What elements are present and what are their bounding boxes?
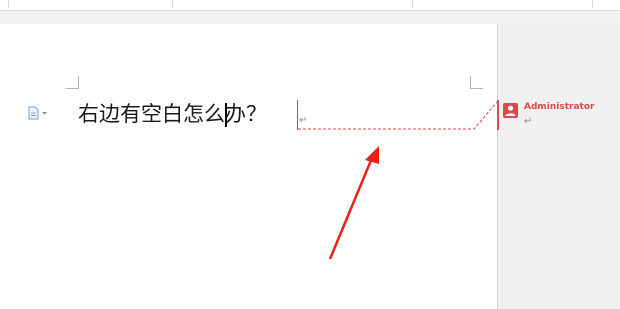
paragraph-mark: ↵ <box>299 115 308 126</box>
paragraph-handle[interactable] <box>27 105 49 120</box>
ruler-tick <box>592 0 593 8</box>
user-avatar-icon <box>503 103 518 118</box>
text-cursor <box>225 103 227 127</box>
page-corner-mark-left <box>66 76 79 89</box>
ruler-tick <box>412 0 413 8</box>
document-page[interactable] <box>0 24 497 309</box>
comment-paragraph-mark: ↵ <box>524 116 533 127</box>
ruler-tick <box>172 0 173 8</box>
comment-margin-pane <box>497 24 620 309</box>
chevron-down-icon <box>42 112 47 115</box>
comment-card[interactable]: Administrator ↵ <box>497 100 617 130</box>
ruler-tick <box>8 0 9 8</box>
horizontal-ruler <box>0 0 620 11</box>
comment-anchor-marker[interactable] <box>297 100 298 130</box>
document-icon <box>28 106 47 120</box>
paragraph-text[interactable]: 右边有空白怎么办？ <box>78 99 267 129</box>
page-corner-mark-right <box>470 76 483 89</box>
comment-author: Administrator <box>524 102 595 112</box>
comment-accent-bar <box>497 100 499 130</box>
